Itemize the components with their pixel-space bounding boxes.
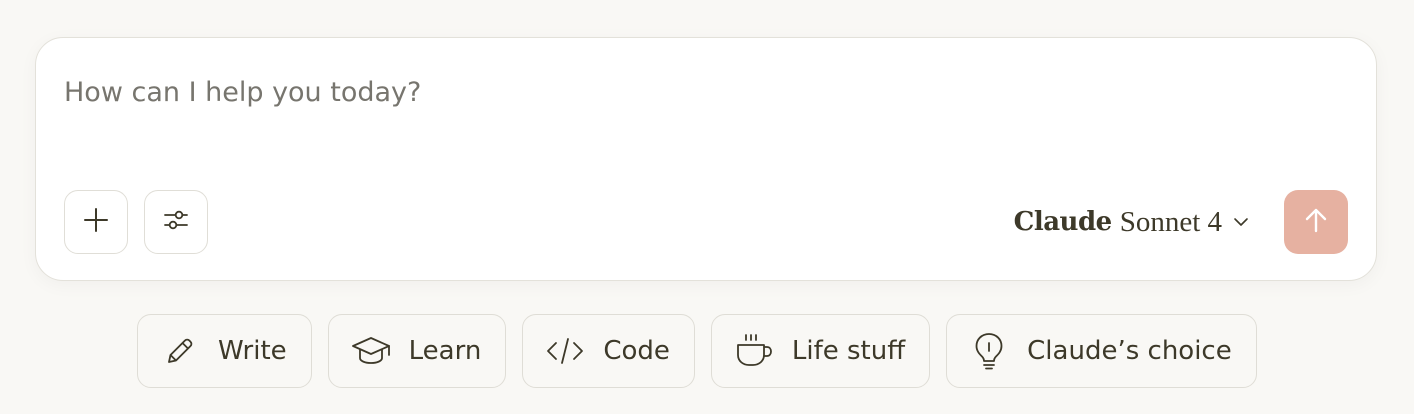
chevron-down-icon bbox=[1232, 213, 1250, 231]
code-icon bbox=[545, 331, 585, 371]
model-brand-label: Claude bbox=[1013, 207, 1113, 237]
model-selector[interactable]: Claude Sonnet 4 bbox=[1014, 202, 1250, 242]
graduation-cap-icon bbox=[351, 331, 391, 371]
suggestion-chip-label: Code bbox=[603, 336, 670, 366]
message-composer: Claude Sonnet 4 bbox=[35, 37, 1377, 281]
add-attachment-button[interactable] bbox=[64, 190, 128, 254]
coffee-cup-icon bbox=[734, 331, 774, 371]
suggestion-chip-label: Claude’s choice bbox=[1027, 336, 1232, 366]
message-input[interactable] bbox=[64, 74, 1344, 110]
suggestion-chip-life-stuff[interactable]: Life stuff bbox=[710, 314, 931, 388]
suggestion-chip-label: Write bbox=[218, 336, 287, 366]
arrow-up-icon bbox=[1302, 206, 1330, 238]
pencil-icon bbox=[160, 331, 200, 371]
suggestion-chip-code[interactable]: Code bbox=[522, 314, 695, 388]
lightbulb-icon bbox=[969, 331, 1009, 371]
sliders-icon bbox=[163, 207, 189, 237]
suggestion-chips: Write Learn Code Life stuff Claude’s cho… bbox=[137, 314, 1257, 388]
tools-button[interactable] bbox=[144, 190, 208, 254]
suggestion-chip-claudes-choice[interactable]: Claude’s choice bbox=[946, 314, 1257, 388]
send-button[interactable] bbox=[1284, 190, 1348, 254]
suggestion-chip-label: Learn bbox=[408, 336, 482, 366]
suggestion-chip-learn[interactable]: Learn bbox=[327, 314, 507, 388]
model-name-label: Sonnet 4 bbox=[1119, 205, 1222, 238]
plus-icon bbox=[83, 207, 109, 237]
suggestion-chip-write[interactable]: Write bbox=[137, 314, 312, 388]
suggestion-chip-label: Life stuff bbox=[791, 336, 906, 366]
